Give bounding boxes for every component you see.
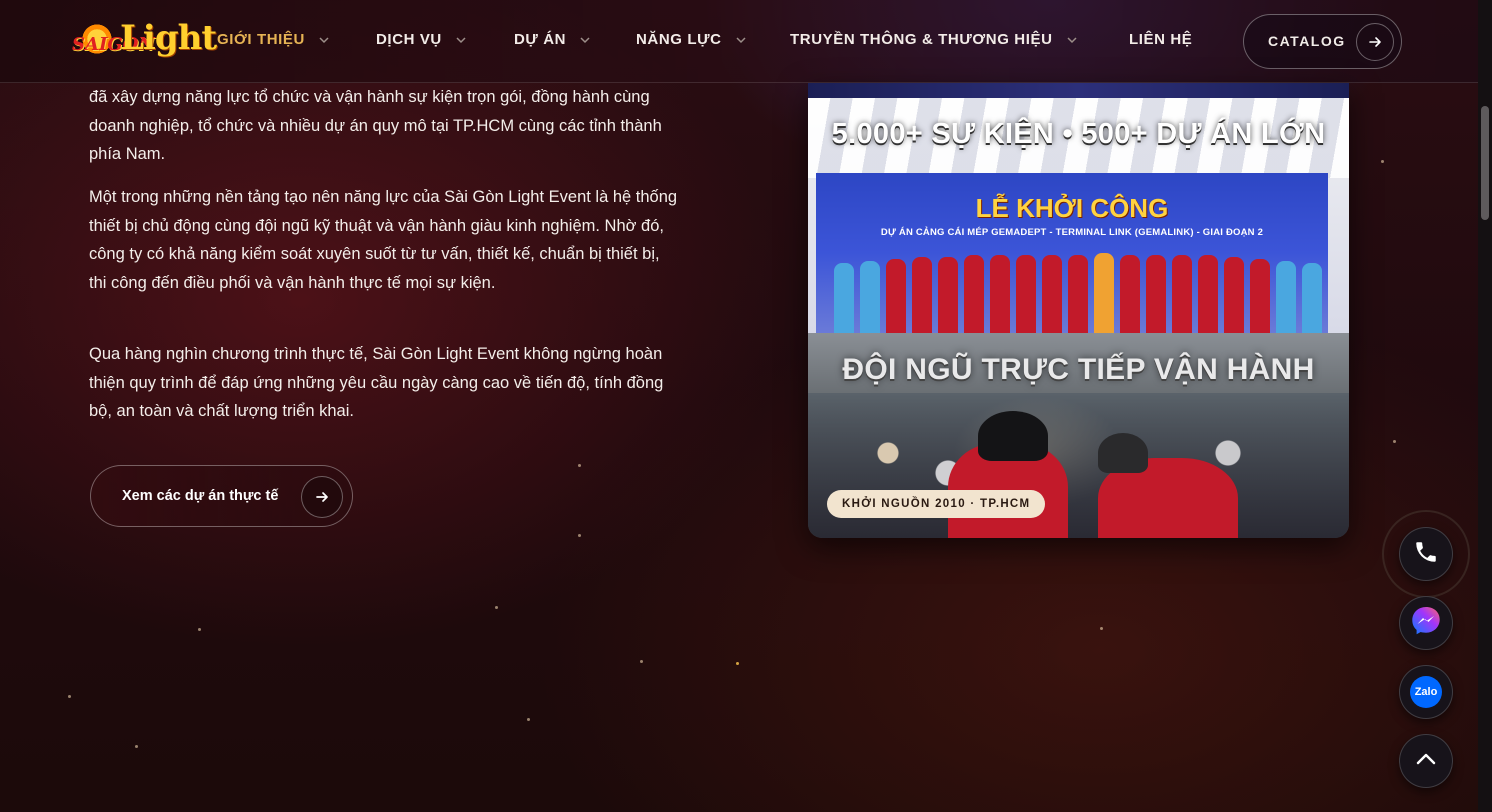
- person-figure: [1094, 253, 1114, 333]
- star-decoration: [1100, 627, 1103, 630]
- back-to-top-button[interactable]: [1399, 734, 1453, 788]
- saigon-light-logo[interactable]: SAIGON Light: [72, 16, 217, 60]
- messenger-icon: [1409, 604, 1443, 643]
- zalo-icon: Zalo: [1410, 676, 1442, 708]
- event-photo-card: 5.000+ SỰ KIỆN • 500+ DỰ ÁN LỚN LỄ KHỞI …: [808, 83, 1349, 538]
- person-figure: [964, 255, 984, 333]
- person-figure: [1146, 255, 1166, 333]
- site-header: SAIGON Light GIỚI THIỆU DỊCH VỤ DỰ ÁN NĂ…: [0, 0, 1478, 83]
- star-decoration: [578, 534, 581, 537]
- person-figure: [1068, 255, 1088, 333]
- stage-banner: LỄ KHỞI CÔNG DỰ ÁN CẢNG CÁI MÉP GEMADEPT…: [816, 173, 1328, 333]
- star-decoration: [527, 718, 530, 721]
- person-figure: [886, 259, 906, 333]
- arrow-right-icon: [301, 476, 343, 518]
- chevron-down-icon: [456, 35, 466, 45]
- person-figure: [834, 263, 854, 333]
- phone-icon: [1413, 539, 1439, 570]
- catalog-label: CATALOG: [1268, 33, 1346, 49]
- photo-top-strip: [808, 83, 1349, 98]
- logo-word-right: Light: [120, 18, 217, 58]
- banner-subtitle: DỰ ÁN CẢNG CÁI MÉP GEMADEPT - TERMINAL L…: [880, 227, 1264, 238]
- founded-badge: KHỞI NGUỒN 2010 · TP.HCM: [827, 490, 1046, 518]
- person-figure: [1172, 255, 1192, 333]
- nav-item-du-an[interactable]: DỰ ÁN: [514, 31, 590, 48]
- team-member-cap: [978, 411, 1048, 461]
- messenger-button[interactable]: [1399, 596, 1453, 650]
- person-figure: [1120, 255, 1140, 333]
- star-decoration: [495, 606, 498, 609]
- nav-item-label: DỰ ÁN: [514, 31, 567, 48]
- chevron-down-icon: [319, 35, 329, 45]
- person-figure: [912, 257, 932, 333]
- star-decoration: [68, 695, 71, 698]
- nav-item-label: DỊCH VỤ: [376, 31, 442, 48]
- catalog-button[interactable]: CATALOG: [1243, 14, 1402, 69]
- person-figure: [860, 261, 880, 333]
- nav-item-gioi-thieu[interactable]: GIỚI THIỆU: [217, 31, 329, 48]
- star-decoration: [135, 745, 138, 748]
- star-decoration: [198, 628, 201, 631]
- banner-title: LỄ KHỞI CÔNG: [975, 193, 1169, 223]
- nav-item-dich-vu[interactable]: DỊCH VỤ: [376, 31, 466, 48]
- person-figure: [1276, 261, 1296, 333]
- star-decoration: [578, 464, 581, 467]
- nav-item-label: LIÊN HỆ: [1129, 31, 1193, 48]
- person-figure: [1250, 259, 1270, 333]
- chevron-down-icon: [736, 35, 746, 45]
- zalo-button[interactable]: Zalo: [1399, 665, 1453, 719]
- person-figure: [1302, 263, 1322, 333]
- nav-item-label: TRUYỀN THÔNG & THƯƠNG HIỆU: [790, 31, 1053, 48]
- team-headline: ĐỘI NGŨ TRỰC TIẾP VẬN HÀNH: [842, 353, 1315, 386]
- nav-item-label: GIỚI THIỆU: [217, 31, 305, 48]
- chevron-up-icon: [1413, 746, 1439, 777]
- nav-item-label: NĂNG LỰC: [636, 31, 722, 48]
- view-projects-label: Xem các dự án thực tế: [122, 488, 279, 504]
- person-figure: [990, 255, 1010, 333]
- person-figure: [1042, 255, 1062, 333]
- person-figure: [938, 257, 958, 333]
- person-figure: [1224, 257, 1244, 333]
- events-count-headline: 5.000+ SỰ KIỆN • 500+ DỰ ÁN LỚN: [831, 118, 1326, 150]
- nav-item-truyen-thong[interactable]: TRUYỀN THÔNG & THƯƠNG HIỆU: [790, 31, 1077, 48]
- intro-paragraph: đã xây dựng năng lực tổ chức và vận hành…: [89, 88, 662, 163]
- chevron-down-icon: [580, 35, 590, 45]
- nav-item-lien-he[interactable]: LIÊN HỆ: [1129, 31, 1192, 48]
- star-decoration: [1381, 160, 1384, 163]
- star-decoration: [640, 660, 643, 663]
- view-projects-button[interactable]: Xem các dự án thực tế: [90, 465, 353, 527]
- team-member-hair: [1098, 433, 1148, 473]
- phone-button[interactable]: [1399, 527, 1453, 581]
- process-paragraph: Qua hàng nghìn chương trình thực tế, Sài…: [89, 345, 664, 420]
- scrollbar-thumb[interactable]: [1481, 106, 1489, 220]
- person-figure: [1016, 255, 1036, 333]
- page-scrollbar[interactable]: [1478, 0, 1492, 812]
- groundbreaking-photo: 5.000+ SỰ KIỆN • 500+ DỰ ÁN LỚN LỄ KHỞI …: [808, 98, 1349, 333]
- nav-item-nang-luc[interactable]: NĂNG LỰC: [636, 31, 746, 48]
- star-decoration: [736, 662, 739, 665]
- arrow-right-icon: [1356, 23, 1394, 61]
- chevron-down-icon: [1066, 35, 1077, 45]
- capability-paragraph: Một trong những nền tảng tạo nên năng lự…: [89, 188, 678, 292]
- person-figure: [1198, 255, 1218, 333]
- zalo-label: Zalo: [1414, 686, 1438, 698]
- star-decoration: [1393, 440, 1396, 443]
